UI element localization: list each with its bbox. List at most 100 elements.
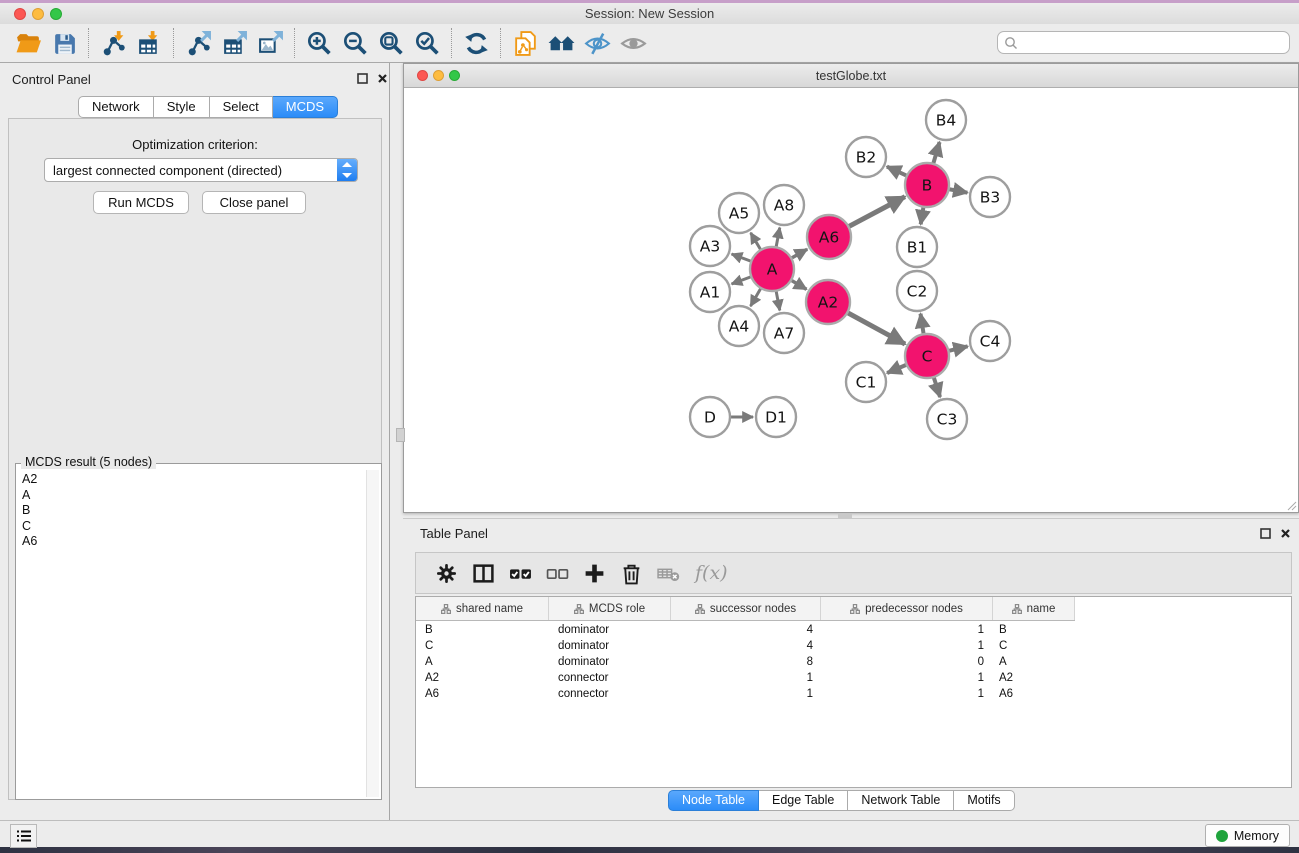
network-canvas[interactable]: A A6 A2 B C A5A8 A3 A1A4A7 B2 B4B3 B1C2 C4 C1 C3 D D1 — [404, 88, 1298, 512]
network-minimize-button[interactable] — [433, 70, 444, 81]
criterion-dropdown[interactable]: largest connected component (directed) — [44, 158, 358, 182]
graph-node-D1[interactable]: D1 — [756, 397, 796, 437]
network-vertical-scrollbar-thumb[interactable] — [396, 428, 405, 442]
table-toolbar-deselect-all-unchecked-button[interactable] — [539, 556, 576, 590]
result-item[interactable]: C — [22, 519, 363, 535]
toolbar-zoom-selected-button[interactable] — [409, 27, 445, 59]
run-mcds-button[interactable]: Run MCDS — [93, 191, 189, 214]
edge-B-B3[interactable] — [949, 189, 968, 193]
toolbar-export-image-button[interactable] — [252, 27, 288, 59]
toolbar-duplicate-network-button[interactable] — [507, 27, 543, 59]
column-header-MCDS-role[interactable]: MCDS role — [549, 597, 671, 620]
result-item[interactable]: A2 — [22, 472, 363, 488]
edge-B-B1[interactable] — [921, 207, 924, 225]
column-header-name[interactable]: name — [993, 597, 1075, 620]
table-toolbar-add-column-plus-button[interactable] — [576, 556, 613, 590]
graph-node-C1[interactable]: C1 — [846, 362, 886, 402]
graph-node-C4[interactable]: C4 — [970, 321, 1010, 361]
edge-A-A2[interactable] — [791, 280, 807, 289]
tab-network-table[interactable]: Network Table — [848, 790, 954, 811]
column-header-successor-nodes[interactable]: successor nodes — [671, 597, 821, 620]
toolbar-refresh-layout-button[interactable] — [458, 27, 494, 59]
table-row[interactable]: A6connector11A6 — [416, 686, 1291, 702]
result-item[interactable]: A — [22, 488, 363, 504]
minimize-button[interactable] — [32, 8, 44, 20]
network-zoom-button[interactable] — [449, 70, 460, 81]
function-builder-button[interactable]: f(x) — [695, 562, 728, 584]
close-panel-icon[interactable] — [377, 71, 388, 89]
memory-button[interactable]: Memory — [1205, 824, 1290, 847]
toolbar-export-network-button[interactable] — [180, 27, 216, 59]
graph-node-A8[interactable]: A8 — [764, 185, 804, 225]
graph-node-A6[interactable]: A6 — [807, 215, 851, 259]
table-toolbar-split-panel-button[interactable] — [465, 556, 502, 590]
tab-style[interactable]: Style — [154, 96, 210, 118]
tab-node-table[interactable]: Node Table — [668, 790, 759, 811]
search-input[interactable] — [997, 31, 1290, 54]
float-panel-icon[interactable] — [357, 71, 368, 89]
table-row[interactable]: Bdominator41B — [416, 622, 1291, 638]
toolbar-import-network-button[interactable] — [95, 27, 131, 59]
toolbar-open-file-button[interactable] — [10, 27, 46, 59]
result-item[interactable]: B — [22, 503, 363, 519]
edge-A-A5[interactable] — [751, 233, 761, 250]
result-scrollbar[interactable] — [366, 470, 379, 797]
table-toolbar-table-settings-gear-button[interactable] — [428, 556, 465, 590]
edge-A-A8[interactable] — [776, 228, 780, 248]
graph-node-B2[interactable]: B2 — [846, 137, 886, 177]
edge-C-C2[interactable] — [920, 314, 923, 335]
zoom-window-button[interactable] — [50, 8, 62, 20]
edge-B-B2[interactable] — [887, 167, 907, 176]
table-row[interactable]: Cdominator41C — [416, 638, 1291, 654]
network-window-titlebar[interactable]: testGlobe.txt — [404, 64, 1298, 88]
column-header-shared-name[interactable]: shared name — [416, 597, 549, 620]
graph-node-A5[interactable]: A5 — [719, 193, 759, 233]
tab-motifs[interactable]: Motifs — [954, 790, 1014, 811]
graph-node-A4[interactable]: A4 — [719, 306, 759, 346]
graph-node-C2[interactable]: C2 — [897, 271, 937, 311]
graph-node-A[interactable]: A — [750, 247, 794, 291]
graph-node-B[interactable]: B — [905, 163, 949, 207]
edge-A2-C[interactable] — [847, 313, 905, 344]
window-resize-grip[interactable] — [1285, 499, 1297, 511]
graph-node-D[interactable]: D — [690, 397, 730, 437]
toolbar-export-table-button[interactable] — [216, 27, 252, 59]
toolbar-hide-selected-button[interactable] — [579, 27, 615, 59]
edge-A-A4[interactable] — [751, 288, 761, 306]
table-toolbar-delete-column-trash-button[interactable] — [613, 556, 650, 590]
graph-node-A3[interactable]: A3 — [690, 226, 730, 266]
graph-node-A7[interactable]: A7 — [764, 313, 804, 353]
toolbar-save-session-button[interactable] — [46, 27, 82, 59]
network-list-button[interactable] — [10, 824, 37, 848]
search-field[interactable] — [1018, 36, 1289, 50]
tab-edge-table[interactable]: Edge Table — [759, 790, 848, 811]
graph-node-A2[interactable]: A2 — [806, 280, 850, 324]
edge-A-A3[interactable] — [732, 254, 752, 261]
graph-node-A1[interactable]: A1 — [690, 272, 730, 312]
graph-node-C[interactable]: C — [905, 334, 949, 378]
close-panel-button[interactable]: Close panel — [202, 191, 306, 214]
toolbar-import-table-button[interactable] — [131, 27, 167, 59]
graph-node-B4[interactable]: B4 — [926, 100, 966, 140]
edge-A-A6[interactable] — [791, 249, 807, 258]
close-button[interactable] — [14, 8, 26, 20]
edge-A-A1[interactable] — [732, 277, 752, 284]
toolbar-zoom-in-button[interactable] — [301, 27, 337, 59]
edge-C-C1[interactable] — [887, 365, 907, 373]
edge-B-B4[interactable] — [933, 142, 939, 164]
toolbar-first-neighbors-button[interactable] — [543, 27, 579, 59]
toolbar-zoom-fit-button[interactable] — [373, 27, 409, 59]
float-table-panel-icon[interactable] — [1260, 526, 1271, 544]
table-row[interactable]: Adominator80A — [416, 654, 1291, 670]
edge-A6-B[interactable] — [848, 197, 904, 227]
graph-node-B1[interactable]: B1 — [897, 227, 937, 267]
tab-mcds[interactable]: MCDS — [273, 96, 338, 118]
table-toolbar-select-all-checked-button[interactable] — [502, 556, 539, 590]
edge-C-C4[interactable] — [948, 346, 967, 351]
tab-select[interactable]: Select — [210, 96, 273, 118]
close-table-panel-icon[interactable] — [1280, 526, 1291, 544]
graph-node-C3[interactable]: C3 — [927, 399, 967, 439]
edge-C-C3[interactable] — [934, 377, 940, 397]
graph-node-B3[interactable]: B3 — [970, 177, 1010, 217]
result-item[interactable]: A6 — [22, 534, 363, 550]
